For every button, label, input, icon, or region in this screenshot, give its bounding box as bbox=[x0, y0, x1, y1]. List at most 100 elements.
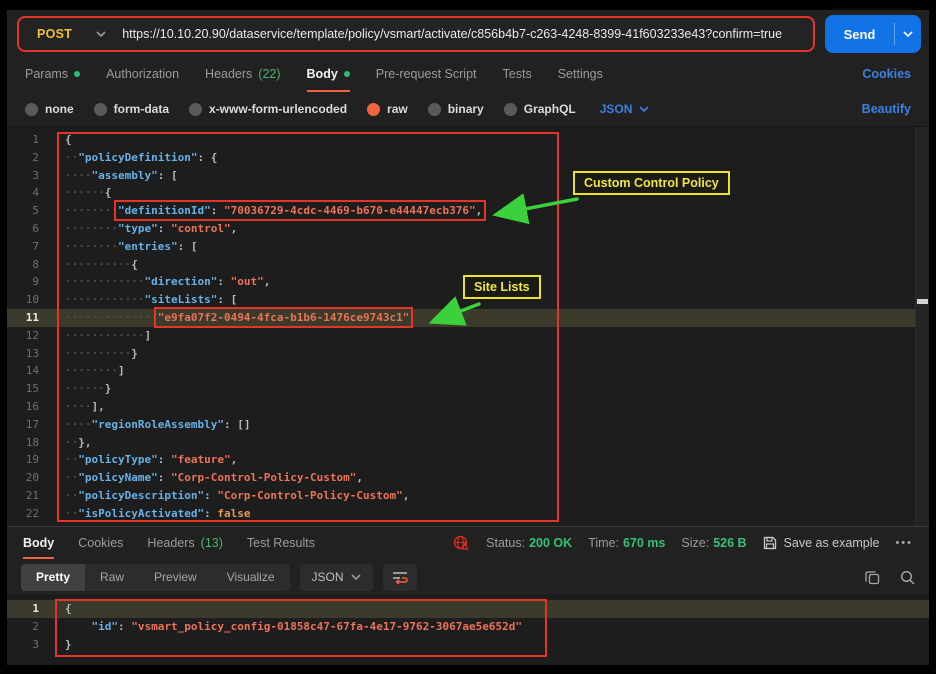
more-options-button[interactable]: ••• bbox=[895, 537, 913, 549]
green-dot-icon bbox=[74, 71, 80, 77]
tab-settings[interactable]: Settings bbox=[558, 56, 603, 92]
body-mode-graphql[interactable]: GraphQL bbox=[504, 102, 576, 116]
code-line-8: 8··········{ bbox=[7, 256, 929, 274]
code-line-19: 19··"policyType": "feature", bbox=[7, 451, 929, 469]
body-mode-x-www-form-urlencoded[interactable]: x-www-form-urlencoded bbox=[189, 102, 347, 116]
body-mode-none[interactable]: none bbox=[25, 102, 74, 116]
code-line-3: 3} bbox=[7, 636, 929, 654]
line-number: 12 bbox=[7, 327, 53, 345]
radio-icon bbox=[25, 103, 38, 116]
body-mode-label: x-www-form-urlencoded bbox=[209, 102, 347, 116]
response-tab-body[interactable]: Body bbox=[23, 527, 54, 559]
code-line-6: 6········"type": "control", bbox=[7, 220, 929, 238]
response-code-lines: 1{2 "id": "vsmart_policy_config-01858c47… bbox=[7, 600, 929, 654]
line-number: 1 bbox=[7, 600, 53, 618]
copy-response-button[interactable] bbox=[865, 570, 880, 585]
code-line-18: 18··}, bbox=[7, 434, 929, 452]
copy-icon bbox=[865, 570, 880, 585]
body-mode-form-data[interactable]: form-data bbox=[94, 102, 169, 116]
response-toolbar: PrettyRawPreviewVisualize JSON bbox=[7, 559, 929, 595]
tab-count: (13) bbox=[201, 536, 223, 550]
response-tab-test-results[interactable]: Test Results bbox=[247, 527, 315, 559]
tab-tests[interactable]: Tests bbox=[503, 56, 532, 92]
body-mode-label: form-data bbox=[114, 102, 169, 116]
line-number: 22 bbox=[7, 505, 53, 523]
search-response-button[interactable] bbox=[900, 570, 915, 585]
view-tab-pretty[interactable]: Pretty bbox=[21, 564, 85, 591]
body-mode-label: none bbox=[45, 102, 74, 116]
response-language-label: JSON bbox=[312, 570, 344, 584]
tab-headers[interactable]: Headers(22) bbox=[205, 56, 280, 92]
view-tab-visualize[interactable]: Visualize bbox=[212, 564, 290, 591]
response-toolbar-right bbox=[865, 570, 915, 585]
line-number: 15 bbox=[7, 380, 53, 398]
line-number: 9 bbox=[7, 273, 53, 291]
response-language-select[interactable]: JSON bbox=[300, 564, 373, 591]
code-line-11: 11··············"e9fa07f2-0494-4fca-b1b6… bbox=[7, 309, 929, 327]
annotation-red-box-line-11: "e9fa07f2-0494-4fca-b1b6-1476ce9743c1" bbox=[158, 311, 410, 324]
save-as-example-label: Save as example bbox=[784, 536, 880, 550]
response-meta-right: Status:200 OK Time:670 ms Size:526 B Sav… bbox=[453, 535, 913, 551]
line-number: 14 bbox=[7, 362, 53, 380]
code-line-15: 15······} bbox=[7, 380, 929, 398]
send-options-button[interactable] bbox=[895, 31, 921, 37]
line-number: 6 bbox=[7, 220, 53, 238]
request-url-row: POST https://10.10.20.90/dataservice/tem… bbox=[7, 10, 929, 56]
save-icon bbox=[763, 536, 777, 550]
line-number: 17 bbox=[7, 416, 53, 434]
code-line-14: 14········] bbox=[7, 362, 929, 380]
code-line-1: 1{ bbox=[7, 600, 929, 618]
line-number: 1 bbox=[7, 131, 53, 149]
url-input[interactable]: https://10.10.20.90/dataservice/template… bbox=[122, 27, 813, 41]
status-badge: Status:200 OK bbox=[486, 536, 572, 550]
line-number: 8 bbox=[7, 256, 53, 274]
tab-authorization[interactable]: Authorization bbox=[106, 56, 179, 92]
annotation-custom-control-policy: Custom Control Policy bbox=[573, 171, 730, 195]
line-number: 3 bbox=[7, 636, 53, 654]
editor-scrollbar-track[interactable] bbox=[915, 127, 929, 526]
tab-count: (22) bbox=[258, 67, 280, 81]
method-label: POST bbox=[37, 27, 72, 41]
body-mode-binary[interactable]: binary bbox=[428, 102, 484, 116]
network-warning-icon bbox=[453, 535, 470, 551]
line-number: 3 bbox=[7, 167, 53, 185]
line-number: 21 bbox=[7, 487, 53, 505]
wrap-lines-button[interactable] bbox=[383, 564, 417, 591]
save-as-example-button[interactable]: Save as example bbox=[763, 536, 880, 550]
view-tab-preview[interactable]: Preview bbox=[139, 564, 212, 591]
radio-icon bbox=[428, 103, 441, 116]
line-number: 2 bbox=[7, 149, 53, 167]
annotation-red-box-line-5: "definitionId": "70036729-4cdc-4469-b670… bbox=[118, 204, 482, 217]
code-line-2: 2 "id": "vsmart_policy_config-01858c47-6… bbox=[7, 618, 929, 636]
body-language-select[interactable]: JSON bbox=[600, 102, 650, 116]
code-line-13: 13··········} bbox=[7, 345, 929, 363]
line-number: 13 bbox=[7, 345, 53, 363]
body-mode-row: none form-data x-www-form-urlencoded raw bin… bbox=[7, 92, 929, 126]
tab-pre-request-script[interactable]: Pre-request Script bbox=[376, 56, 477, 92]
line-number: 18 bbox=[7, 434, 53, 452]
view-tab-raw[interactable]: Raw bbox=[85, 564, 139, 591]
tab-params[interactable]: Params bbox=[25, 56, 80, 92]
body-mode-raw[interactable]: raw bbox=[367, 102, 408, 116]
send-label: Send bbox=[825, 27, 894, 42]
code-line-4: 4······{ bbox=[7, 184, 929, 202]
beautify-link[interactable]: Beautify bbox=[862, 102, 911, 116]
response-tab-cookies[interactable]: Cookies bbox=[78, 527, 123, 559]
editor-scrollbar-thumb[interactable] bbox=[917, 299, 928, 304]
send-button[interactable]: Send bbox=[825, 15, 921, 53]
body-language-label: JSON bbox=[600, 102, 633, 116]
search-icon bbox=[900, 570, 915, 585]
tab-body[interactable]: Body bbox=[307, 56, 350, 92]
request-body-editor[interactable]: 1{2··"policyDefinition": {3····"assembly… bbox=[7, 126, 929, 526]
code-line-1: 1{ bbox=[7, 131, 929, 149]
response-body-editor[interactable]: 1{2 "id": "vsmart_policy_config-01858c47… bbox=[7, 595, 929, 665]
line-number: 7 bbox=[7, 238, 53, 256]
line-number: 11 bbox=[7, 309, 53, 327]
time-badge: Time:670 ms bbox=[588, 536, 665, 550]
code-line-20: 20··"policyName": "Corp-Control-Policy-C… bbox=[7, 469, 929, 487]
code-line-22: 22··"isPolicyActivated": false bbox=[7, 505, 929, 523]
response-tab-headers[interactable]: Headers(13) bbox=[147, 527, 222, 559]
radio-icon bbox=[94, 103, 107, 116]
method-select[interactable]: POST bbox=[19, 18, 122, 50]
cookies-link[interactable]: Cookies bbox=[862, 67, 911, 81]
